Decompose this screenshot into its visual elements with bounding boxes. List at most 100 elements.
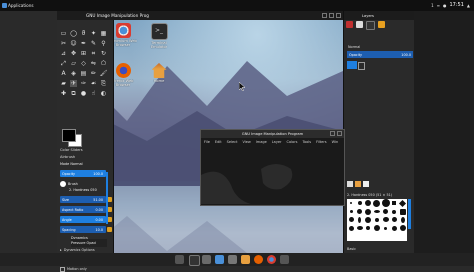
perspective-clone-tool-icon[interactable]: ⧉	[70, 90, 77, 97]
brush-thumb[interactable]	[349, 210, 353, 214]
terminal-icon[interactable]	[189, 255, 200, 266]
brush-thumb[interactable]	[357, 201, 362, 206]
menu-view[interactable]: View	[242, 140, 250, 144]
brush-thumb[interactable]	[384, 226, 388, 230]
brush-thumb[interactable]	[374, 217, 379, 222]
gimp-window-titlebar[interactable]: GNU Image Manipulation Prog	[57, 11, 343, 20]
brush-thumb[interactable]	[391, 217, 397, 223]
clone-tool-icon[interactable]: ⎘	[100, 80, 107, 87]
maximize-button[interactable]	[329, 13, 334, 18]
brush-grid[interactable]	[347, 199, 407, 241]
blur-tool-icon[interactable]: ●	[80, 90, 87, 97]
workspace-indicator[interactable]: 1	[431, 3, 434, 8]
rotate-tool-icon[interactable]: ↻	[100, 50, 107, 57]
color-sliders-tab[interactable]: Color Sliders	[60, 147, 83, 153]
clock[interactable]: 17:51	[450, 2, 464, 8]
mypaint-brush-tool-icon[interactable]: ☙	[90, 80, 97, 87]
brush-thumb[interactable]	[391, 225, 397, 231]
layer-visibility-icon[interactable]	[358, 62, 365, 70]
layer-row-selected[interactable]	[347, 61, 357, 69]
menu-edit[interactable]: Edit	[215, 140, 222, 144]
brush-thumb[interactable]	[357, 209, 363, 215]
spacing-slider[interactable]: Spacing 10.0	[60, 226, 106, 233]
size-slider[interactable]: Size 51.00	[60, 196, 106, 203]
brush-thumb[interactable]	[399, 199, 407, 207]
dodge-tool-icon[interactable]: ◐	[100, 90, 107, 97]
network-icon[interactable]: ≡	[437, 3, 440, 8]
brush-thumb[interactable]	[348, 217, 354, 223]
menu-filters[interactable]: Filters	[316, 140, 327, 144]
search-icon[interactable]	[280, 255, 289, 264]
brush-thumb[interactable]	[381, 199, 390, 208]
home-folder-icon[interactable]	[241, 255, 250, 264]
brush-thumb[interactable]	[392, 209, 397, 214]
opacity-slider[interactable]: Opacity 100.0	[60, 170, 106, 177]
menu-windows[interactable]: Win	[332, 140, 339, 144]
foreground-select-tool-icon[interactable]: ☺	[70, 40, 77, 47]
align-tool-icon[interactable]: ⊞	[80, 50, 87, 57]
crop-tool-icon[interactable]: ⌗	[90, 50, 97, 57]
perspective-tool-icon[interactable]: ◇	[80, 60, 87, 67]
chromium-icon[interactable]	[267, 255, 276, 264]
minimize-button[interactable]	[330, 131, 335, 136]
flip-tool-icon[interactable]: ⇋	[90, 60, 97, 67]
close-button[interactable]	[336, 13, 341, 18]
scale-tool-icon[interactable]: ⤢	[60, 60, 67, 67]
file-manager-icon[interactable]	[202, 255, 211, 264]
foreground-color-swatch[interactable]	[62, 129, 76, 142]
brush-thumb[interactable]	[373, 210, 380, 214]
layer-mode-select[interactable]: Normal	[348, 44, 398, 50]
free-select-tool-icon[interactable]: ϑ	[80, 30, 87, 37]
cage-tool-icon[interactable]: ⬠	[100, 60, 107, 67]
menu-tools[interactable]: Tools	[302, 140, 311, 144]
channels-tab-icon[interactable]	[356, 21, 363, 28]
ink-tool-icon[interactable]: ✑	[80, 80, 87, 87]
paths-tool-icon[interactable]: ✒	[80, 40, 87, 47]
paths-tab-icon[interactable]	[366, 21, 375, 30]
shear-tool-icon[interactable]: ▱	[70, 60, 77, 67]
brush-thumb[interactable]	[400, 216, 405, 223]
volume-icon[interactable]: ●	[443, 3, 447, 8]
scissors-tool-icon[interactable]: ✂	[60, 40, 67, 47]
dynamics-select[interactable]: Pressure Opaci	[71, 239, 107, 247]
brush-thumb[interactable]	[366, 226, 371, 231]
brush-thumb[interactable]	[365, 200, 372, 207]
color-picker-tool-icon[interactable]: ✎	[90, 40, 97, 47]
power-icon[interactable]: ▲	[467, 3, 470, 8]
heal-tool-icon[interactable]: ✚	[60, 90, 67, 97]
menu-file[interactable]: File	[204, 140, 210, 144]
brush-thumb[interactable]	[383, 209, 389, 215]
patterns-tab-icon[interactable]	[355, 180, 361, 187]
brush-thumb[interactable]	[382, 217, 389, 223]
brush-thumb[interactable]	[350, 202, 353, 205]
angle-slider[interactable]: Angle 0.00	[60, 216, 106, 223]
ellipse-select-tool-icon[interactable]: ◯	[70, 30, 77, 37]
layers-tab-icon[interactable]	[346, 21, 353, 28]
tab-layers[interactable]: Layers	[362, 14, 374, 18]
smudge-tool-icon[interactable]: ☝	[90, 90, 97, 97]
brushes-tab-icon[interactable]	[347, 180, 353, 187]
menu-colors[interactable]: Colors	[287, 140, 298, 144]
brush-thumb[interactable]	[365, 208, 372, 215]
airbrush-tool-icon[interactable]: ✈	[70, 80, 77, 87]
reset-spacing-icon[interactable]	[107, 227, 112, 232]
applications-menu-icon[interactable]	[2, 3, 7, 8]
move-tool-icon[interactable]: ✥	[70, 50, 77, 57]
applications-menu[interactable]: Applications	[8, 3, 34, 8]
desktop-icon-terminal[interactable]: >_ Terminal Emulator	[144, 23, 174, 49]
maximize-button[interactable]	[337, 131, 342, 136]
desktop-icon-home[interactable]: Home	[144, 63, 174, 83]
show-desktop-icon[interactable]	[175, 255, 184, 264]
brush-thumb[interactable]	[373, 199, 381, 207]
menu-select[interactable]: Select	[227, 140, 238, 144]
motion-only-checkbox[interactable]: Motion only	[60, 266, 87, 272]
undo-tab-icon[interactable]	[378, 21, 385, 28]
text-tool-icon[interactable]: A	[60, 70, 67, 77]
fuzzy-select-tool-icon[interactable]: ✦	[90, 30, 97, 37]
brush-thumb[interactable]	[373, 225, 380, 232]
brush-thumb[interactable]	[348, 225, 354, 231]
minimize-button[interactable]	[322, 13, 327, 18]
paintbrush-tool-icon[interactable]: 🖌	[100, 70, 108, 77]
brush-thumb[interactable]	[356, 226, 363, 231]
menu-layer[interactable]: Layer	[272, 140, 282, 144]
